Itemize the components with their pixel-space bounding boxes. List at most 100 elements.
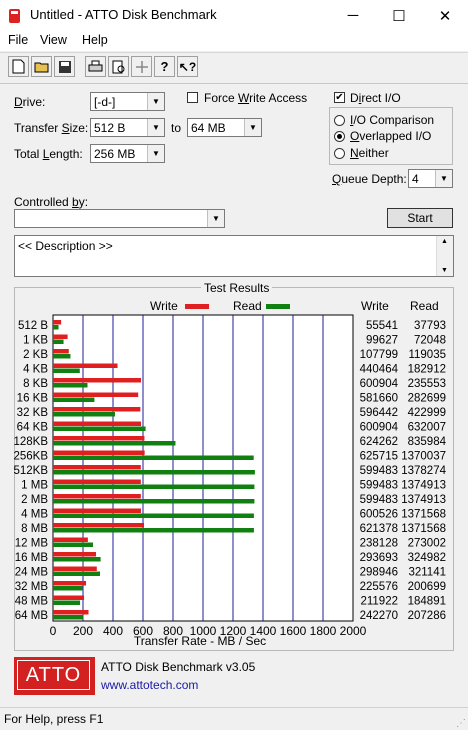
status-text: For Help, press F1 xyxy=(4,712,104,726)
read-value: 119035 xyxy=(408,349,446,361)
read-bar xyxy=(53,542,93,547)
write-bar xyxy=(53,421,142,426)
read-bar xyxy=(53,397,95,402)
write-value: 599483 xyxy=(360,494,398,506)
x-tick-label: 400 xyxy=(103,624,123,638)
write-value: 600526 xyxy=(360,509,398,521)
category-label: 8 KB xyxy=(23,378,48,390)
read-bar xyxy=(53,484,255,489)
category-label: 64 MB xyxy=(15,610,49,622)
category-label: 512 B xyxy=(18,320,48,332)
write-value: 99627 xyxy=(366,335,398,347)
read-value: 37793 xyxy=(414,320,446,332)
category-label: 32 MB xyxy=(15,581,49,593)
category-label: 2 KB xyxy=(23,349,48,361)
x-tick-label: 2000 xyxy=(340,624,367,638)
read-value: 184891 xyxy=(408,596,446,608)
read-value: 282699 xyxy=(408,393,446,405)
read-bar xyxy=(53,600,81,605)
transfer-rate-chart: 0 200 400 600 800 1000 1200 1400 1600 1800 2000512… xyxy=(13,314,447,648)
write-bar xyxy=(53,479,141,484)
write-value: 211922 xyxy=(360,596,398,608)
write-value: 107799 xyxy=(360,349,398,361)
write-bar xyxy=(53,436,145,441)
write-bar xyxy=(53,523,145,528)
category-label: 8 MB xyxy=(21,523,48,535)
write-value: 242270 xyxy=(360,610,398,622)
write-value: 225576 xyxy=(360,581,398,593)
read-value: 1371568 xyxy=(401,523,446,535)
read-value: 273002 xyxy=(408,538,446,550)
write-value: 440464 xyxy=(360,364,399,376)
read-bar xyxy=(53,383,88,388)
read-value: 182912 xyxy=(408,364,446,376)
write-bar xyxy=(53,363,118,368)
write-bar xyxy=(53,581,87,586)
read-bar xyxy=(53,586,83,591)
read-value: 321141 xyxy=(408,567,446,579)
write-bar xyxy=(53,537,88,542)
category-label: 1 KB xyxy=(23,335,48,347)
read-bar xyxy=(53,368,80,373)
write-bar xyxy=(53,334,68,339)
read-bar xyxy=(53,412,115,417)
write-bar xyxy=(53,566,97,571)
write-bar xyxy=(53,407,141,412)
write-bar xyxy=(53,552,97,557)
x-tick-label: 1600 xyxy=(280,624,307,638)
category-label: 24 MB xyxy=(15,567,49,579)
category-label: 16 KB xyxy=(17,393,49,405)
x-tick-label: 1800 xyxy=(310,624,337,638)
write-value: 581660 xyxy=(360,393,398,405)
read-bar xyxy=(53,354,71,359)
read-bar xyxy=(53,339,64,344)
write-bar xyxy=(53,378,142,383)
resize-grip-icon[interactable]: ⋰ xyxy=(456,718,466,729)
write-bar xyxy=(53,465,141,470)
write-value: 621378 xyxy=(360,523,398,535)
category-label: 48 MB xyxy=(15,596,49,608)
read-value: 1370037 xyxy=(401,451,446,463)
read-bar xyxy=(53,455,254,460)
write-value: 238128 xyxy=(360,538,398,550)
write-bar xyxy=(53,349,69,354)
read-bar xyxy=(53,325,59,330)
read-value: 835984 xyxy=(408,436,447,448)
read-value: 1371568 xyxy=(401,509,446,521)
write-value: 298946 xyxy=(360,567,398,579)
read-value: 200699 xyxy=(408,581,446,593)
write-value: 624262 xyxy=(360,436,398,448)
category-label: 4 KB xyxy=(23,364,48,376)
write-value: 600904 xyxy=(360,422,399,434)
read-bar xyxy=(53,426,146,431)
write-value: 55541 xyxy=(366,320,398,332)
read-value: 207286 xyxy=(408,610,446,622)
write-value: 600904 xyxy=(360,378,399,390)
read-bar xyxy=(53,571,101,576)
category-label: 32 KB xyxy=(17,407,49,419)
category-label: 16 MB xyxy=(15,552,49,564)
category-label: 256KB xyxy=(13,451,48,463)
read-bar xyxy=(53,528,254,533)
write-value: 596442 xyxy=(360,407,398,419)
read-value: 324982 xyxy=(408,552,446,564)
read-bar xyxy=(53,615,84,620)
x-axis-title: Transfer Rate - MB / Sec xyxy=(134,634,266,648)
write-bar xyxy=(53,508,141,513)
status-bar: For Help, press F1 ⋰ xyxy=(0,707,468,730)
read-value: 72048 xyxy=(414,335,446,347)
read-value: 1374913 xyxy=(401,494,446,506)
read-bar xyxy=(53,513,254,518)
write-value: 293693 xyxy=(360,552,398,564)
category-label: 2 MB xyxy=(21,494,48,506)
x-tick-label: 0 xyxy=(50,624,57,638)
category-label: 4 MB xyxy=(21,509,48,521)
write-bar xyxy=(53,320,62,325)
website-link[interactable]: www.attotech.com xyxy=(101,678,198,692)
category-label: 128KB xyxy=(13,436,48,448)
read-value: 632007 xyxy=(408,422,446,434)
read-bar xyxy=(53,499,255,504)
write-bar xyxy=(53,494,141,499)
x-tick-label: 200 xyxy=(73,624,93,638)
product-name: ATTO Disk Benchmark v3.05 xyxy=(101,660,256,674)
